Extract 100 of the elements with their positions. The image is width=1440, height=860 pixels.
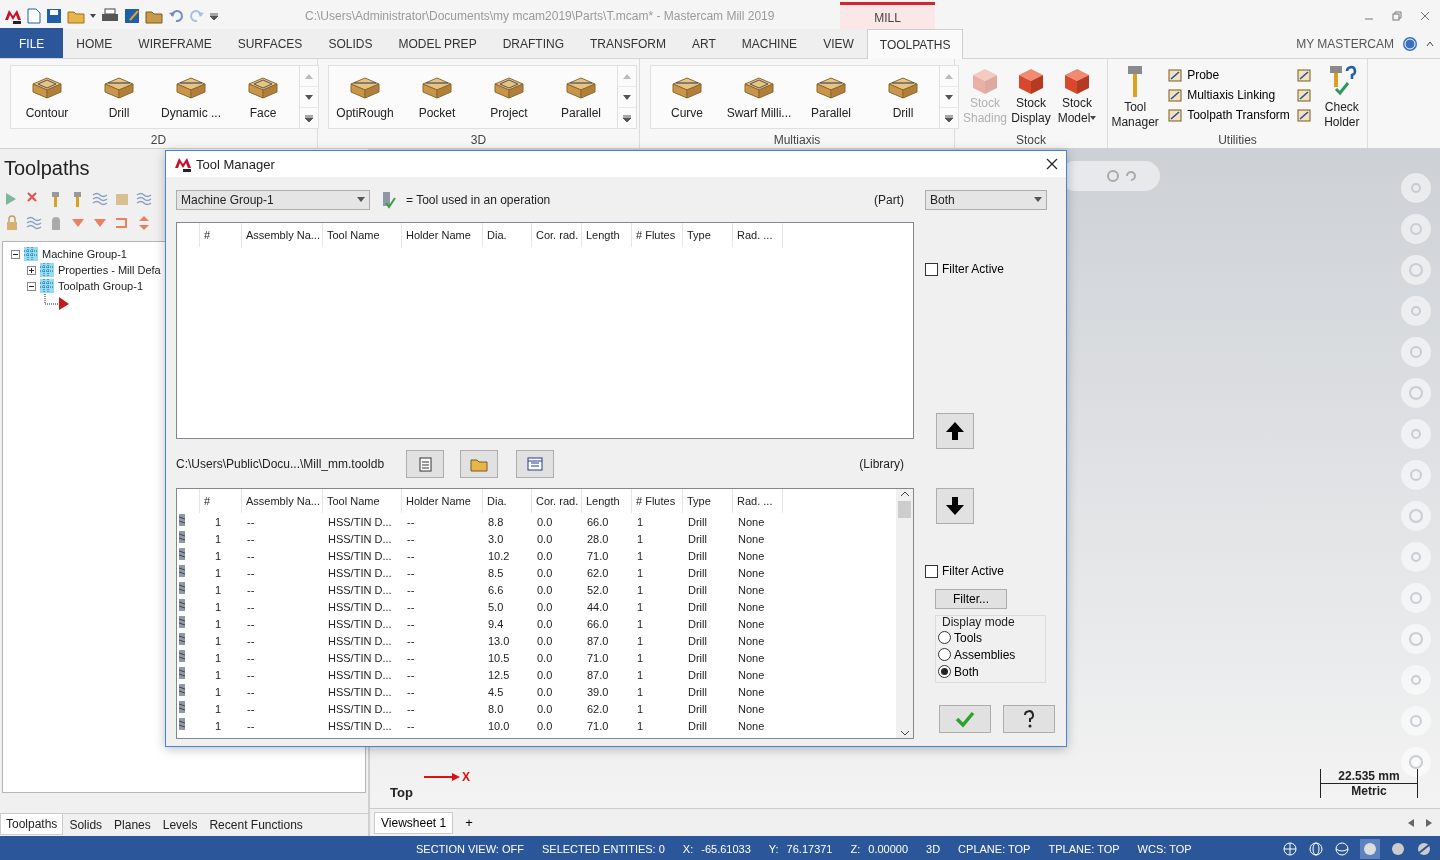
restore-icon[interactable]: [1392, 10, 1402, 21]
column-header[interactable]: #: [200, 223, 242, 247]
toolpath-button[interactable]: Swarf Milli...: [723, 66, 795, 128]
filter-checkbox[interactable]: Filter Active: [925, 564, 1004, 578]
save-icon[interactable]: [46, 7, 62, 24]
wave-icon[interactable]: [26, 215, 42, 231]
status-text[interactable]: WCS: TOP: [1137, 842, 1192, 855]
column-header[interactable]: Rad. ...: [733, 223, 783, 247]
column-header[interactable]: Holder Name: [402, 223, 483, 247]
close-button[interactable]: [1046, 158, 1058, 170]
redo-icon[interactable]: [189, 7, 205, 24]
radio-button[interactable]: [938, 665, 951, 678]
more-icon[interactable]: [305, 114, 313, 122]
column-header[interactable]: #: [200, 489, 242, 513]
undo-icon[interactable]: [168, 7, 184, 24]
status-text[interactable]: 3D: [926, 842, 941, 855]
ribbon-tab[interactable]: MODEL PREP: [385, 29, 490, 58]
more-icon[interactable]: [945, 114, 953, 122]
utility-button[interactable]: Probe: [1167, 67, 1290, 83]
scroll-left-icon[interactable]: [1408, 818, 1414, 827]
utility-button[interactable]: Toolpath Transform: [1167, 107, 1290, 123]
radio-button[interactable]: [938, 631, 951, 644]
column-header[interactable]: Tool Name: [323, 223, 402, 247]
panel-tab[interactable]: Levels: [156, 814, 204, 836]
new-file-icon[interactable]: [27, 7, 41, 24]
filter-checkbox[interactable]: Filter Active: [925, 262, 1004, 276]
tool-manager-button[interactable]: Tool Manager: [1109, 65, 1162, 134]
library-view-button[interactable]: [516, 449, 555, 478]
status-text[interactable]: SELECTED ENTITIES: 0: [542, 842, 665, 855]
toolpath-button[interactable]: Project: [473, 66, 545, 128]
column-header[interactable]: Assembly Na...: [242, 223, 323, 247]
ribbon-tab[interactable]: SOLIDS: [315, 29, 386, 58]
more-icon[interactable]: [623, 114, 631, 122]
check-holder-button[interactable]: Check Holder: [1317, 65, 1366, 134]
panel-tab[interactable]: Solids: [63, 814, 109, 836]
column-header[interactable]: Length: [582, 489, 632, 513]
column-header[interactable]: Assembly Na...: [242, 489, 323, 513]
tree-item[interactable]: Toolpath Group-1: [58, 280, 143, 292]
column-header[interactable]: Tool Name: [323, 489, 402, 513]
bracket-icon[interactable]: [114, 215, 130, 231]
caret-down-icon[interactable]: [1090, 116, 1097, 120]
half-sphere-icon[interactable]: [1416, 840, 1432, 857]
stock-button[interactable]: Stock Model: [1054, 65, 1100, 134]
globe-icon[interactable]: [1282, 840, 1298, 857]
column-header[interactable]: Rad. ...: [733, 489, 783, 513]
panel-tab[interactable]: Toolpaths: [0, 814, 64, 835]
part-filter-dropdown[interactable]: Both: [925, 189, 1047, 210]
toolpath-button[interactable]: Parallel: [795, 66, 867, 128]
radio-option[interactable]: Both: [938, 663, 979, 680]
wave-icon[interactable]: [92, 191, 108, 207]
radio-option[interactable]: Tools: [938, 629, 982, 646]
status-text[interactable]: SECTION VIEW: OFF: [416, 842, 524, 855]
panel-tab[interactable]: Recent Functions: [203, 814, 309, 836]
sphere-icon[interactable]: [1390, 840, 1406, 857]
toolpath-button[interactable]: Face: [227, 66, 299, 128]
move-down-button[interactable]: [936, 488, 974, 524]
column-header[interactable]: Cor. rad.: [532, 223, 582, 247]
save-as-icon[interactable]: [124, 7, 140, 24]
account-link[interactable]: MY MASTERCAM: [1296, 36, 1394, 51]
ribbon-tab[interactable]: FILE: [0, 28, 64, 58]
column-header[interactable]: Holder Name: [402, 489, 483, 513]
checkbox[interactable]: [925, 564, 938, 578]
column-header[interactable]: # Flutes: [632, 489, 683, 513]
filter-button[interactable]: Filter...: [935, 589, 1007, 609]
scrollbar-thumb[interactable]: [898, 501, 911, 518]
gear-icon[interactable]: [1106, 169, 1120, 183]
toolpath-button[interactable]: Drill: [83, 66, 155, 128]
toolpath-button[interactable]: Pocket: [401, 66, 473, 128]
machine-group-dropdown[interactable]: Machine Group-1: [176, 189, 370, 210]
help-icon[interactable]: [1402, 35, 1418, 52]
scroll-up-icon[interactable]: [899, 489, 910, 499]
scroll-down-icon[interactable]: [305, 94, 313, 100]
ribbon-tab[interactable]: ART: [679, 29, 729, 58]
utility-button[interactable]: Multiaxis Linking: [1167, 87, 1290, 103]
ok-button[interactable]: [939, 705, 991, 733]
toolpath-button[interactable]: Curve: [651, 66, 723, 128]
column-header[interactable]: Type: [683, 489, 733, 513]
ribbon-tab[interactable]: HOME: [63, 29, 126, 58]
toolpath-button[interactable]: Parallel: [545, 66, 617, 128]
scroll-right-icon[interactable]: [1426, 818, 1432, 827]
printer-icon[interactable]: [101, 7, 119, 24]
ribbon-tab[interactable]: TRANSFORM: [577, 29, 679, 58]
viewsheet-tab[interactable]: Viewsheet 1: [374, 811, 454, 834]
scroll-down-icon[interactable]: [623, 94, 631, 100]
ribbon-tab[interactable]: VIEW: [810, 29, 867, 58]
sphere-icon[interactable]: [1334, 840, 1350, 857]
column-header[interactable]: Cor. rad.: [532, 489, 582, 513]
lock-icon[interactable]: [4, 215, 20, 231]
status-text[interactable]: CPLANE: TOP: [958, 842, 1031, 855]
ribbon-tab[interactable]: SURFACES: [224, 29, 316, 58]
column-header[interactable]: Length: [582, 223, 632, 247]
tree-item[interactable]: Machine Group-1: [42, 248, 127, 260]
open-library-button[interactable]: [460, 449, 499, 478]
caret-down-icon[interactable]: [90, 13, 96, 18]
expand-icon[interactable]: [27, 265, 36, 275]
refresh-icon[interactable]: [1124, 169, 1138, 183]
move-up-button[interactable]: [936, 413, 974, 449]
status-text[interactable]: TPLANE: TOP: [1048, 842, 1120, 855]
ribbon-tab[interactable]: WIREFRAME: [125, 29, 225, 58]
column-header[interactable]: # Flutes: [632, 223, 683, 247]
